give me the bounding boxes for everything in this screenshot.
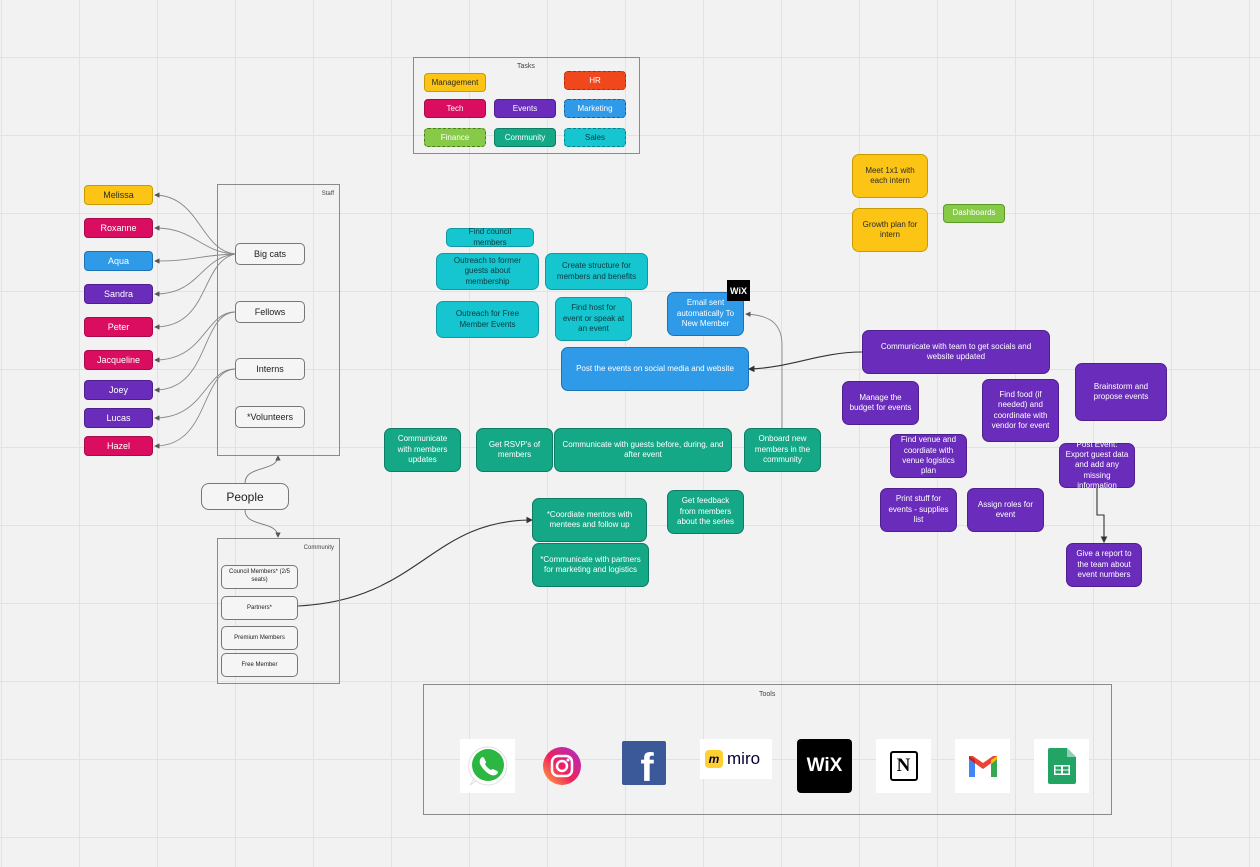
notion-glyph: N <box>889 751 918 781</box>
community-task-communicate-updates[interactable]: Communicate with members updates <box>384 428 461 472</box>
community-task-coordinate-mentors[interactable]: *Coordiate mentors with mentees and foll… <box>532 498 647 542</box>
legend-tag-tech[interactable]: Tech <box>424 99 486 118</box>
whatsapp-icon <box>460 739 515 793</box>
management-task-growth-plan[interactable]: Growth plan for intern <box>852 208 928 252</box>
facebook-icon: f <box>622 741 666 790</box>
connector-people-community <box>244 509 281 538</box>
person-melissa[interactable]: Melissa <box>84 185 153 205</box>
miro-icon: m miro <box>700 739 772 779</box>
tasks-legend-title: Tasks <box>517 63 535 70</box>
community-premium-members[interactable]: Premium Members <box>221 626 298 650</box>
legend-tag-marketing[interactable]: Marketing <box>564 99 626 118</box>
community-frame-title: Community <box>303 545 334 551</box>
event-task-find-food[interactable]: Find food (if needed) and coordinate wit… <box>982 379 1059 442</box>
google-sheets-icon <box>1034 739 1089 793</box>
marketing-task-post-events[interactable]: Post the events on social media and webs… <box>561 347 749 391</box>
miro-logo-mark: m <box>705 750 723 768</box>
community-task-get-rsvp[interactable]: Get RSVP's of members <box>476 428 553 472</box>
legend-tag-finance[interactable]: Finance <box>424 128 486 147</box>
person-peter[interactable]: Peter <box>84 317 153 337</box>
connector-onboard-email <box>745 311 783 428</box>
person-sandra[interactable]: Sandra <box>84 284 153 304</box>
sales-task-outreach-former[interactable]: Outreach to former guests about membersh… <box>436 253 539 290</box>
event-task-find-venue[interactable]: Find venue and coordiate with venue logi… <box>890 434 967 478</box>
community-task-communicate-partners[interactable]: *Communicate with partners for marketing… <box>532 543 649 587</box>
people-node[interactable]: People <box>201 483 289 510</box>
legend-tag-events[interactable]: Events <box>494 99 556 118</box>
connector-postevent-report <box>1096 488 1108 544</box>
event-task-give-report[interactable]: Give a report to the team about event nu… <box>1066 543 1142 587</box>
facebook-glyph: f <box>640 745 654 790</box>
staff-frame-title: Staff <box>321 191 334 197</box>
wix-icon: WiX <box>797 739 852 793</box>
connector-team-post <box>747 351 863 373</box>
tools-frame-title: Tools <box>759 691 776 698</box>
miro-wordmark: miro <box>727 749 761 768</box>
staff-group-interns[interactable]: Interns <box>235 358 305 380</box>
legend-tag-community[interactable]: Community <box>494 128 556 147</box>
person-joey[interactable]: Joey <box>84 380 153 400</box>
legend-tag-sales[interactable]: Sales <box>564 128 626 147</box>
community-free-member[interactable]: Free Member <box>221 653 298 677</box>
event-task-assign-roles[interactable]: Assign roles for event <box>967 488 1044 532</box>
person-roxanne[interactable]: Roxanne <box>84 218 153 238</box>
community-partners[interactable]: Partners* <box>221 596 298 620</box>
staff-group-big-cats[interactable]: Big cats <box>235 243 305 265</box>
legend-tag-hr[interactable]: HR <box>564 71 626 90</box>
community-task-onboard[interactable]: Onboard new members in the community <box>744 428 821 472</box>
event-task-print-stuff[interactable]: Print stuff for events - supplies list <box>880 488 957 532</box>
person-hazel[interactable]: Hazel <box>84 436 153 456</box>
community-task-communicate-guests[interactable]: Communicate with guests before, during, … <box>554 428 732 472</box>
notion-icon: N <box>876 739 931 793</box>
sales-task-find-council[interactable]: Find council members <box>446 227 534 247</box>
wix-wordmark: WiX <box>806 755 843 776</box>
connector-people-staff <box>244 455 281 484</box>
event-task-communicate-team[interactable]: Communicate with team to get socials and… <box>862 330 1050 374</box>
event-task-manage-budget[interactable]: Manage the budget for events <box>842 381 919 425</box>
sales-task-outreach-free[interactable]: Outreach for Free Member Events <box>436 301 539 338</box>
sales-task-create-structure[interactable]: Create structure for members and benefit… <box>545 253 648 290</box>
sales-task-find-host[interactable]: Find host for event or speak at an event <box>555 297 632 341</box>
community-task-feedback[interactable]: Get feedback from members about the seri… <box>667 490 744 534</box>
staff-group-volunteers[interactable]: *Volunteers <box>235 406 305 428</box>
legend-tag-management[interactable]: Management <box>424 73 486 92</box>
event-task-post-event[interactable]: Post Event: Export guest data and add an… <box>1059 440 1135 490</box>
finance-task-dashboards[interactable]: Dashboards <box>943 204 1005 223</box>
management-task-meet-1x1[interactable]: Meet 1x1 with each intern <box>852 154 928 198</box>
community-council-members[interactable]: Council Members* (2/5 seats) <box>221 565 298 589</box>
wix-badge: WiX <box>727 280 750 301</box>
person-aqua[interactable]: Aqua <box>84 251 153 271</box>
event-task-brainstorm[interactable]: Brainstorm and propose events <box>1075 363 1167 421</box>
gmail-icon <box>955 739 1010 793</box>
person-lucas[interactable]: Lucas <box>84 408 153 428</box>
instagram-icon <box>537 741 587 791</box>
person-jacqueline[interactable]: Jacqueline <box>84 350 153 370</box>
staff-group-fellows[interactable]: Fellows <box>235 301 305 323</box>
